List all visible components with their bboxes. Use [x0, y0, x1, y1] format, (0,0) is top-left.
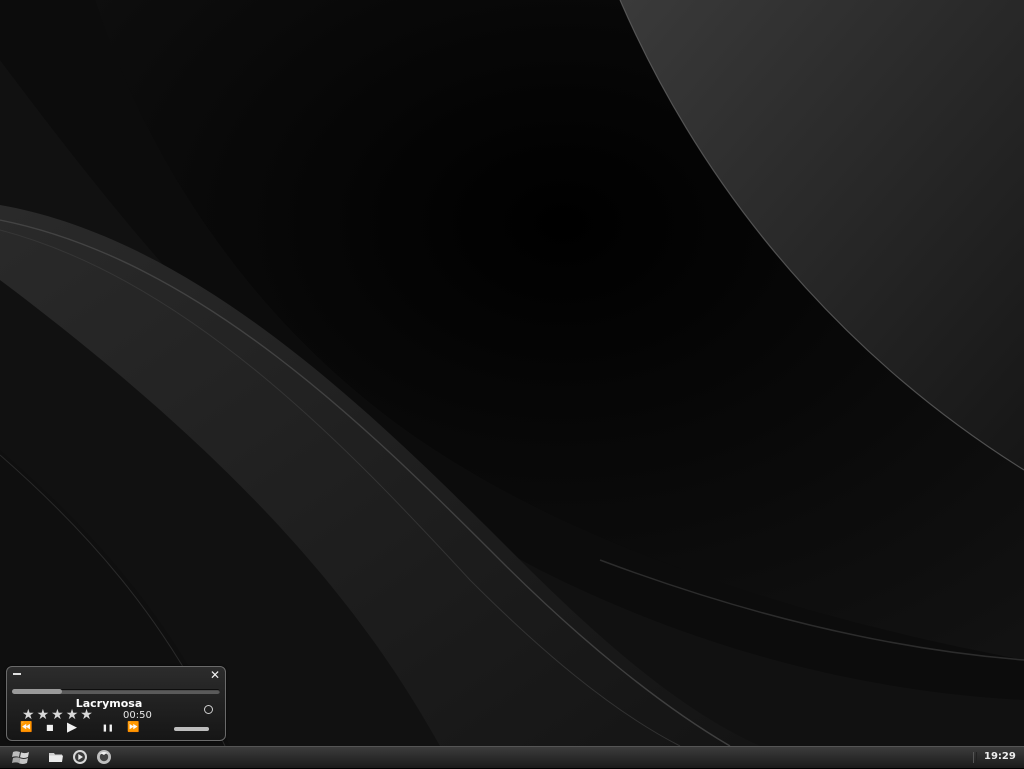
folder-icon — [49, 753, 63, 762]
play-button[interactable]: ▶ — [67, 721, 77, 734]
quick-launch-browser[interactable] — [96, 749, 112, 765]
tray-separator — [973, 752, 977, 763]
pause-button[interactable]: ❚❚ — [102, 722, 114, 734]
settings-icon[interactable] — [204, 705, 213, 714]
star-icon[interactable]: ★ — [37, 707, 50, 723]
minimize-button[interactable] — [13, 673, 21, 675]
start-button[interactable] — [12, 750, 30, 765]
volume-slider[interactable] — [174, 727, 209, 731]
rating-stars: ★ ★ ★ ★ ★ — [22, 707, 93, 723]
rewind-button[interactable]: ⏪ — [20, 722, 32, 734]
stop-button[interactable]: ■ — [46, 722, 54, 734]
clock[interactable]: 19:29 — [984, 751, 1016, 762]
seek-bar-progress — [12, 689, 62, 694]
seek-bar[interactable] — [12, 689, 220, 694]
quick-launch-media-player[interactable] — [72, 749, 88, 765]
desktop-wallpaper — [0, 0, 1024, 746]
windows-logo-icon — [12, 751, 29, 764]
media-player-icon — [73, 750, 87, 764]
star-icon[interactable]: ★ — [22, 707, 35, 723]
star-icon[interactable]: ★ — [80, 707, 93, 723]
media-player-widget: ✕ Lacrymosa ★ ★ ★ ★ ★ 00:50 ⏪ ■ ▶ ❚❚ ⏩ — [6, 666, 226, 741]
star-icon[interactable]: ★ — [51, 707, 64, 723]
browser-icon — [97, 750, 111, 764]
close-button[interactable]: ✕ — [210, 668, 220, 682]
quick-launch-folder[interactable] — [48, 749, 64, 765]
fast-forward-button[interactable]: ⏩ — [127, 722, 139, 734]
volume-level — [174, 727, 209, 731]
elapsed-time: 00:50 — [123, 710, 152, 721]
taskbar: 19:29 — [0, 746, 1024, 768]
wallpaper-art — [0, 0, 1024, 746]
